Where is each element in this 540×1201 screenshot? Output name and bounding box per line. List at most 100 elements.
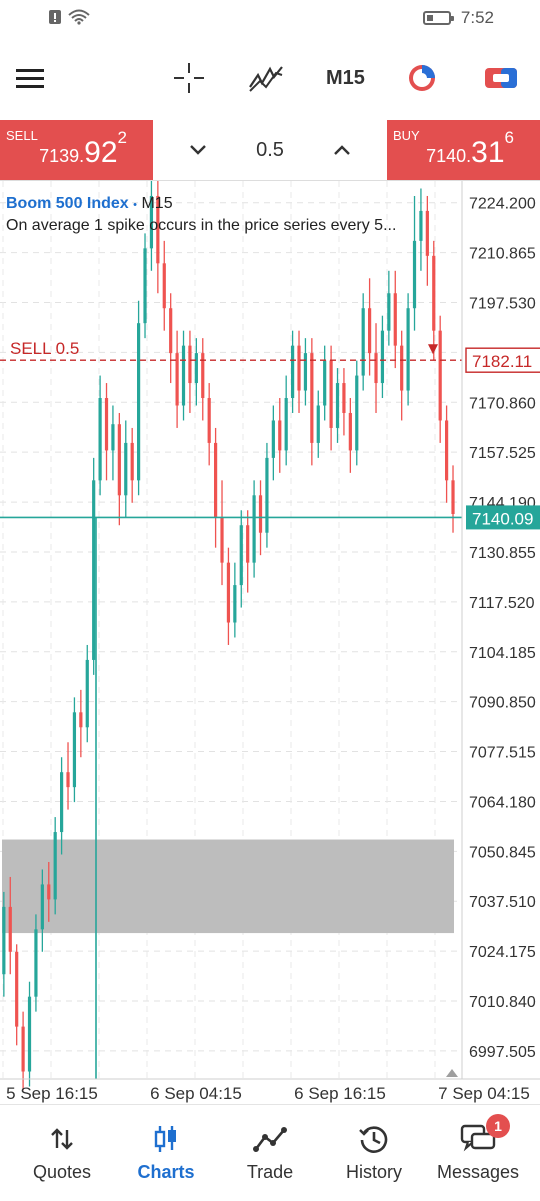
price-scale-label: 7077.515: [469, 745, 536, 762]
status-icons-left: [48, 9, 90, 25]
crosshair-icon[interactable]: [172, 58, 206, 98]
nav-charts[interactable]: Charts: [126, 1105, 206, 1201]
price-scale-label: 7210.865: [469, 246, 536, 263]
indicators-icon[interactable]: [248, 58, 284, 98]
candle-body: [316, 405, 320, 443]
sell-button[interactable]: SELL 7139.922: [0, 120, 153, 180]
price-scale-label: 7010.840: [469, 994, 536, 1011]
candle-body: [188, 345, 192, 384]
one-click-trading-icon[interactable]: [484, 58, 518, 98]
sell-price: 7139.922: [39, 128, 127, 169]
candle-body: [233, 585, 237, 623]
notification-icon: [49, 10, 61, 24]
candle-body: [380, 330, 385, 384]
candles-icon: [152, 1124, 180, 1154]
candle-body: [393, 293, 397, 346]
candle-body: [220, 517, 224, 563]
nav-charts-label: Charts: [137, 1161, 195, 1182]
candle-body: [258, 495, 263, 533]
messages-icon: 1: [460, 1113, 510, 1154]
price-scale-label: 6997.505: [469, 1044, 536, 1061]
price-chart[interactable]: 7224.2007210.8657197.5307184.1957170.860…: [0, 173, 540, 1105]
price-scale-label: 7130.855: [469, 545, 536, 562]
candle-body: [271, 420, 275, 458]
nav-quotes[interactable]: Quotes: [22, 1105, 102, 1201]
timeframe-button[interactable]: M15: [326, 58, 365, 98]
candle-body: [412, 240, 417, 309]
price-scale-label: 7170.860: [469, 395, 536, 412]
chart-description: On average 1 spike occurs in the price s…: [6, 217, 397, 234]
candle-body: [297, 345, 301, 391]
candle-body: [445, 420, 449, 481]
candle-body: [8, 906, 12, 952]
chart-title: Boom 500 Index • M15: [6, 195, 173, 213]
candle-body: [335, 383, 340, 428]
candle-body: [265, 457, 269, 533]
nav-trade-label: Trade: [246, 1161, 294, 1182]
chart-toolbar: M15: [0, 44, 540, 112]
candle-body: [387, 293, 391, 331]
candle-body: [104, 398, 109, 451]
chart-symbol[interactable]: Boom 500 Index: [6, 195, 129, 212]
history-clock-icon: [358, 1124, 390, 1154]
volume-increase-icon[interactable]: [331, 143, 353, 157]
wifi-icon: [68, 9, 90, 25]
nav-history[interactable]: History: [334, 1105, 414, 1201]
candle-body: [66, 772, 70, 788]
status-icons-right: 7:52: [422, 8, 494, 28]
battery-icon: [422, 11, 454, 25]
volume-decrease-icon[interactable]: [187, 143, 209, 157]
candle-body: [79, 712, 83, 728]
nav-messages-label: Messages: [436, 1161, 520, 1182]
trade-line-icon: [253, 1124, 287, 1154]
candle-body: [284, 398, 288, 451]
price-scale-label: 7224.200: [469, 196, 536, 213]
candle-body: [226, 562, 231, 623]
buy-button[interactable]: BUY 7140.316: [387, 120, 540, 180]
price-scale-label: 7197.530: [469, 295, 536, 312]
candle-body: [92, 480, 96, 660]
candlestick-chart[interactable]: 7224.2007210.8657197.5307184.1957170.860…: [0, 173, 540, 1105]
candle-body: [40, 884, 44, 930]
candle-body: [342, 383, 346, 413]
candle-body: [15, 951, 19, 1027]
volume-control: 0.5: [153, 120, 387, 180]
candle-body: [124, 442, 128, 496]
volume-value[interactable]: 0.5: [256, 139, 284, 162]
sell-order-label: SELL 0.5: [10, 339, 79, 358]
candle-body: [239, 525, 243, 586]
candle-body: [137, 323, 141, 481]
status-bar: 7:52: [0, 0, 540, 38]
candle-body: [432, 255, 436, 331]
candle-body: [98, 398, 102, 481]
candle-body: [21, 1026, 25, 1072]
candle-body: [291, 345, 295, 399]
sell-label: SELL: [6, 128, 38, 143]
candle-body: [361, 308, 365, 376]
scroll-up-icon: [446, 1069, 458, 1077]
candle-body: [368, 308, 372, 354]
candle-body: [278, 420, 282, 451]
price-scale-label: 7104.185: [469, 645, 536, 662]
price-scale-label: 7024.175: [469, 944, 536, 961]
demand-zone: [2, 839, 454, 934]
price-scale-label: 7050.845: [469, 844, 536, 861]
objects-icon[interactable]: [406, 58, 438, 98]
candle-body: [252, 495, 256, 563]
candle-body: [2, 906, 6, 975]
candle-body: [207, 398, 211, 443]
candle-body: [323, 360, 327, 406]
candle-body: [143, 248, 147, 324]
time-scale-label: 6 Sep 16:15: [294, 1084, 386, 1103]
menu-icon[interactable]: [16, 58, 44, 98]
candle-body: [130, 442, 134, 481]
candle-body: [72, 712, 77, 788]
candle-body: [214, 442, 218, 518]
status-time: 7:52: [460, 8, 494, 27]
candle-body: [111, 424, 115, 451]
candle-body: [53, 832, 57, 900]
nav-trade[interactable]: Trade: [230, 1105, 310, 1201]
candle-body: [27, 996, 32, 1072]
candle-body: [348, 412, 352, 451]
nav-messages[interactable]: 1 Messages: [432, 1105, 524, 1201]
